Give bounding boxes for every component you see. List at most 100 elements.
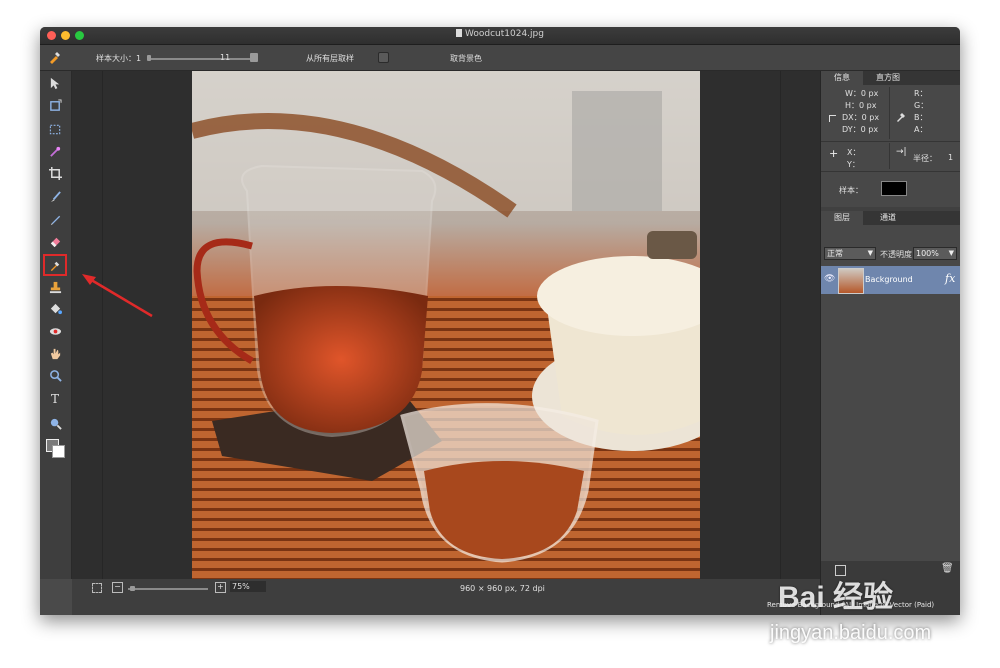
divider bbox=[821, 171, 960, 172]
color-swatches[interactable] bbox=[44, 437, 66, 463]
sample-label: 样本： bbox=[839, 186, 863, 195]
zoom-out-button[interactable]: − bbox=[112, 582, 123, 593]
paint-bucket-icon bbox=[49, 303, 62, 320]
title-bar: Woodcut1024.jpg bbox=[40, 27, 960, 45]
info-b: B： bbox=[914, 113, 928, 122]
window-title: Woodcut1024.jpg bbox=[40, 29, 960, 39]
watermark-url: jingyan.baidu.com bbox=[770, 622, 932, 644]
magnifier-tool[interactable] bbox=[44, 413, 66, 433]
layer-fx-icon[interactable]: fx bbox=[945, 272, 955, 285]
info-y: Y： bbox=[847, 160, 860, 169]
selection-size-icon bbox=[829, 115, 836, 122]
chevron-down-icon: ▼ bbox=[867, 249, 873, 257]
pencil-icon bbox=[49, 215, 62, 230]
opacity-label: 不透明度 bbox=[880, 250, 912, 259]
info-panel: W：0 px H：0 px DX：0 px DY：0 px R： G： B： A… bbox=[821, 85, 960, 207]
layer-thumbnail bbox=[838, 268, 864, 294]
fit-screen-icon[interactable] bbox=[92, 583, 102, 593]
right-panel: 信息 直方图 W：0 px H：0 px DX：0 px DY：0 px R： … bbox=[767, 71, 960, 615]
pencil-tool[interactable] bbox=[44, 209, 66, 229]
layer-name[interactable]: Background bbox=[865, 275, 913, 284]
canvas-area[interactable] bbox=[72, 71, 820, 579]
sample-size-label: 样本大小：1 bbox=[96, 54, 142, 63]
magic-wand-tool[interactable] bbox=[44, 141, 66, 161]
eraser-tool[interactable] bbox=[44, 231, 66, 251]
color-picker-icon bbox=[896, 111, 907, 125]
marquee-icon bbox=[49, 124, 62, 140]
divider bbox=[889, 87, 890, 139]
info-r: R： bbox=[914, 89, 928, 98]
hand-tool[interactable] bbox=[44, 343, 66, 363]
zoom-tool[interactable] bbox=[44, 365, 66, 385]
divider bbox=[889, 143, 890, 169]
tab-histogram[interactable]: 直方图 bbox=[863, 71, 913, 85]
sample-size-value: 11 bbox=[220, 53, 231, 62]
canvas-guide bbox=[102, 71, 103, 579]
zoom-icon bbox=[49, 370, 62, 386]
sample-all-layers-label: 从所有层取样 bbox=[306, 54, 354, 63]
eye-icon bbox=[49, 327, 62, 342]
tab-layers[interactable]: 图层 bbox=[821, 211, 863, 225]
tea-photo bbox=[192, 71, 700, 579]
info-tabs: 信息 直方图 bbox=[821, 71, 960, 85]
info-w: W：0 px bbox=[845, 89, 879, 98]
paint-bucket-tool[interactable] bbox=[44, 299, 66, 319]
text-tool[interactable]: T bbox=[44, 389, 66, 409]
move-tool[interactable] bbox=[44, 73, 66, 93]
radius-icon: →| bbox=[896, 147, 907, 157]
sample-all-layers-checkbox[interactable] bbox=[378, 52, 389, 63]
status-bar: − + 75% 960 × 960 px, 72 dpi bbox=[72, 579, 820, 615]
brush-tool[interactable] bbox=[44, 187, 66, 207]
tab-channels[interactable]: 通道 bbox=[863, 211, 913, 225]
tab-info[interactable]: 信息 bbox=[821, 71, 863, 85]
stamp-icon bbox=[49, 281, 62, 298]
sample-size-slider[interactable] bbox=[147, 58, 257, 60]
zoom-in-button[interactable]: + bbox=[215, 582, 226, 593]
zoom-slider-knob[interactable] bbox=[130, 586, 135, 591]
artboard-tool[interactable] bbox=[44, 95, 66, 115]
tools-panel: T bbox=[40, 71, 72, 579]
visibility-eye-icon[interactable]: 👁 bbox=[824, 274, 835, 284]
hand-icon bbox=[49, 348, 62, 364]
opacity-select[interactable]: 100% ▼ bbox=[913, 247, 957, 260]
marquee-tool[interactable] bbox=[44, 119, 66, 139]
annotation-arrow bbox=[82, 274, 153, 318]
artboard-icon bbox=[49, 99, 62, 116]
eyedropper-icon bbox=[49, 261, 62, 276]
info-a: A： bbox=[914, 125, 928, 134]
text-icon: T bbox=[50, 392, 59, 406]
info-dy: DY：0 px bbox=[842, 125, 879, 134]
app-window: Woodcut1024.jpg 样本大小：1 11 从所有层取样 取背景色 T bbox=[40, 27, 960, 615]
brush-icon bbox=[49, 191, 62, 208]
move-icon bbox=[49, 77, 62, 94]
background-color-swatch[interactable] bbox=[52, 445, 65, 458]
info-dx: DX：0 px bbox=[842, 113, 880, 122]
sample-color-swatch bbox=[881, 181, 907, 196]
radius-label: 半径： bbox=[913, 154, 937, 163]
eyedropper-tool[interactable] bbox=[43, 254, 67, 276]
sample-size-knob[interactable] bbox=[147, 55, 151, 61]
info-x: X： bbox=[847, 148, 861, 157]
document-dimensions: 960 × 960 px, 72 dpi bbox=[460, 584, 545, 593]
crop-icon bbox=[48, 167, 62, 184]
zoom-slider[interactable] bbox=[128, 588, 208, 590]
radius-value: 1 bbox=[948, 153, 954, 162]
layer-tabs: 图层 通道 bbox=[821, 211, 960, 225]
red-eye-tool[interactable] bbox=[44, 321, 66, 341]
stamp-tool[interactable] bbox=[44, 277, 66, 297]
canvas-guide bbox=[780, 71, 781, 579]
blend-mode-select[interactable]: 正常 ▼ bbox=[824, 247, 876, 260]
eraser-icon bbox=[49, 237, 62, 252]
document-icon bbox=[456, 29, 462, 37]
sample-size-stepper[interactable] bbox=[250, 53, 258, 62]
document-image[interactable] bbox=[192, 71, 700, 579]
trash-icon[interactable]: 🗑 bbox=[941, 563, 954, 574]
layer-row[interactable]: 👁 Background fx bbox=[821, 266, 960, 294]
magnifier-icon bbox=[49, 418, 62, 434]
divider bbox=[821, 141, 960, 142]
zoom-input[interactable]: 75% bbox=[230, 581, 266, 592]
crop-tool[interactable] bbox=[44, 163, 66, 183]
info-g: G： bbox=[914, 101, 929, 110]
chevron-down-icon: ▼ bbox=[948, 249, 954, 257]
eyedropper-icon[interactable] bbox=[48, 50, 62, 67]
